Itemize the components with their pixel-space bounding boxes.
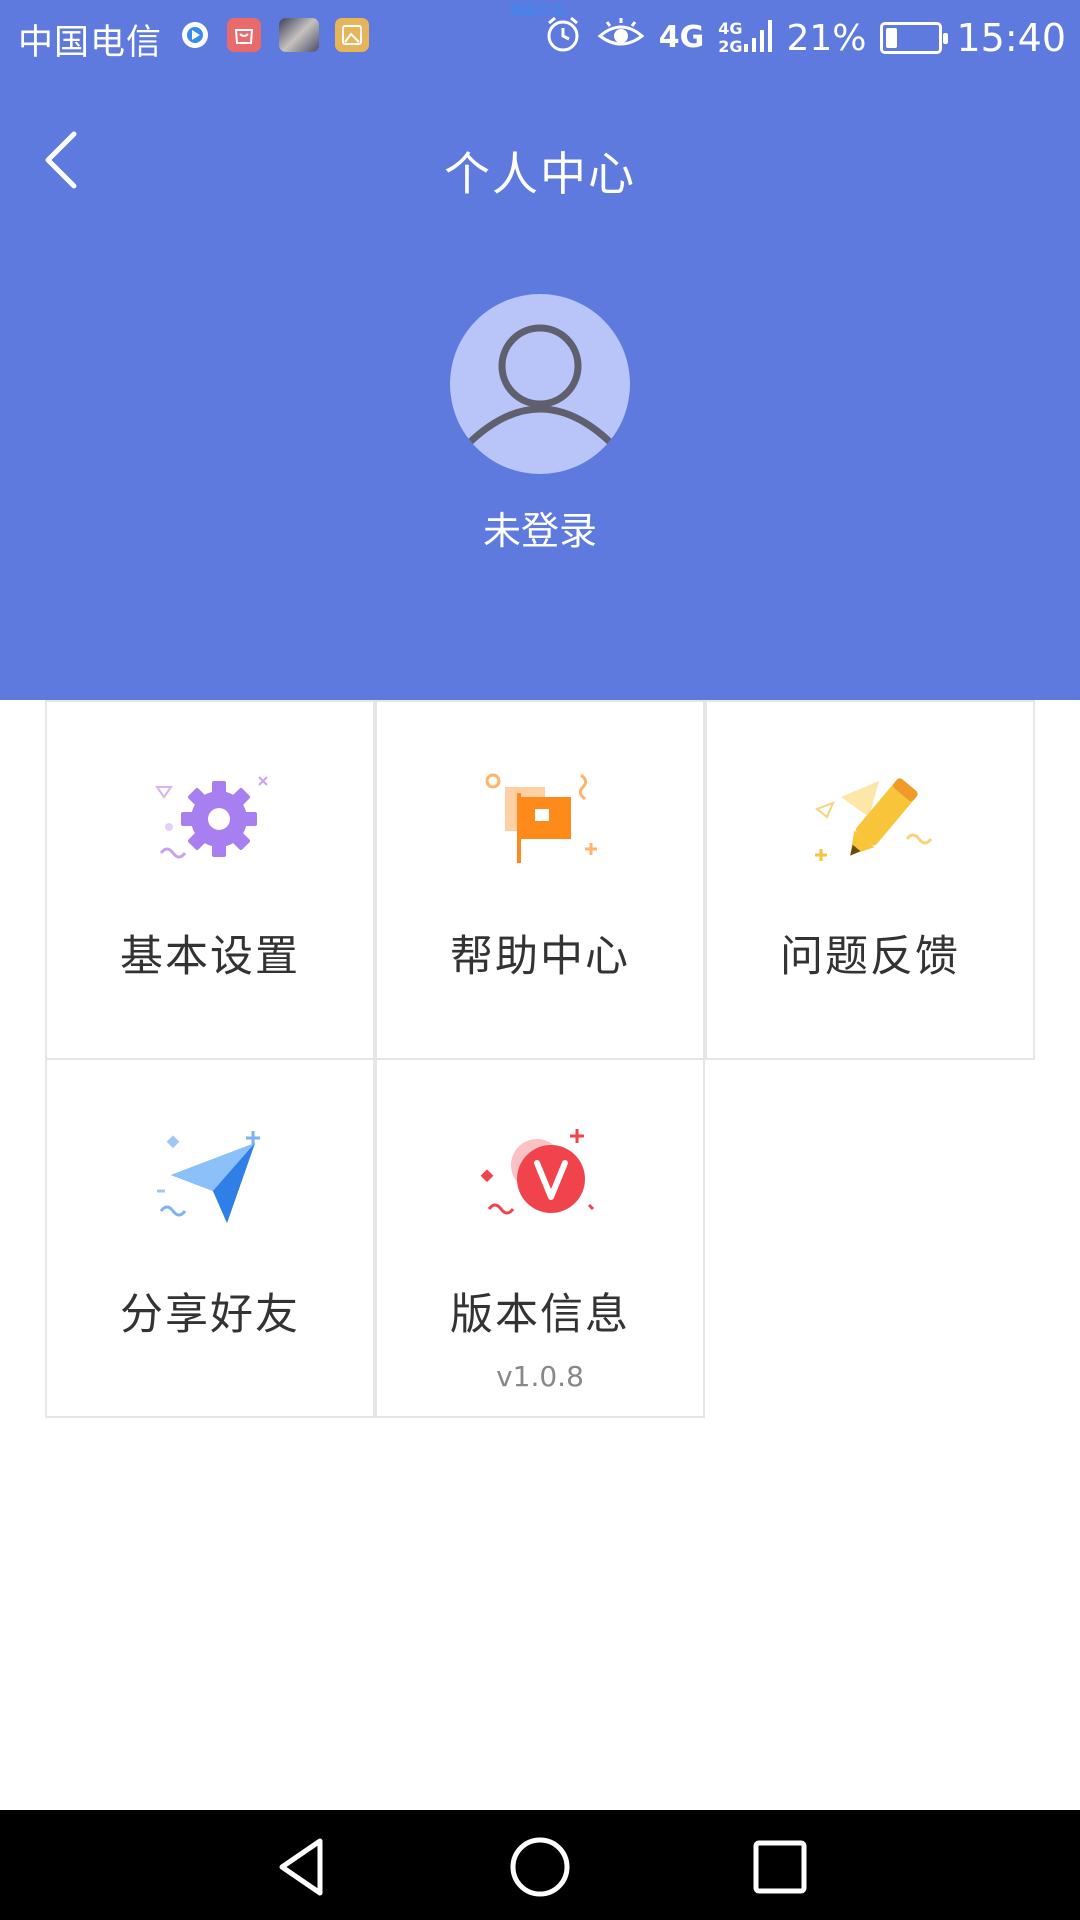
menu-item-feedback[interactable]: 问题反馈: [705, 700, 1035, 1060]
clock: 15:40: [956, 16, 1066, 60]
carrier-label: 中国电信: [18, 23, 163, 63]
menu-item-version-info[interactable]: 版本信息 v1.0.8: [375, 1058, 705, 1418]
dual-network-label: 4G 2G: [718, 20, 742, 56]
menu-item-label: 帮助中心: [450, 932, 630, 982]
square-recents-icon: [753, 1840, 807, 1894]
menu-item-help-center[interactable]: 帮助中心: [375, 700, 705, 1060]
menu-item-share-friends[interactable]: 分享好友: [45, 1058, 375, 1418]
browser-notification-icon: [178, 18, 212, 52]
alarm-icon: [543, 14, 583, 63]
photo-notification-icon: [279, 18, 319, 52]
system-nav-bar: [0, 1810, 1080, 1920]
flag-icon: [485, 773, 597, 863]
battery-percent: 21%: [786, 17, 867, 59]
shop-notification-icon: [227, 18, 261, 52]
menu-item-label: 问题反馈: [780, 932, 960, 982]
nav-home-button[interactable]: [508, 1835, 572, 1899]
gallery-notification-icon: [335, 18, 369, 52]
nav-back-button[interactable]: [272, 1835, 336, 1899]
version-number: v1.0.8: [496, 1360, 584, 1393]
avatar[interactable]: [450, 294, 630, 474]
signal-icon: [744, 14, 773, 63]
paper-plane-icon: [157, 1131, 260, 1223]
login-status[interactable]: 未登录: [0, 500, 1080, 555]
version-v-icon: [480, 1129, 595, 1215]
status-right-icons: 4G 4G 2G 21% 15:40: [529, 8, 1066, 68]
circle-home-icon: [510, 1837, 570, 1897]
network-type-label: 4G: [658, 20, 705, 55]
status-bar: 中国电信 魅星社区 4G 4G 2G 21% 15:40: [0, 0, 1080, 76]
nav-recents-button[interactable]: [748, 1835, 812, 1899]
gear-icon: [155, 776, 268, 859]
eye-comfort-icon: [597, 14, 645, 63]
menu-item-settings[interactable]: 基本设置: [45, 700, 375, 1060]
battery-icon: [880, 22, 949, 54]
user-icon: [465, 324, 615, 447]
menu-item-label: 分享好友: [120, 1290, 300, 1340]
page-title: 个人中心: [444, 147, 636, 201]
network-secondary-bottom: 2G: [718, 37, 743, 56]
menu-item-label: 基本设置: [120, 932, 300, 982]
triangle-back-icon: [279, 1838, 323, 1896]
menu-item-label: 版本信息: [450, 1290, 630, 1340]
pencil-icon: [815, 778, 933, 861]
battery-fill: [886, 28, 898, 48]
network-secondary-top: 4G: [718, 19, 743, 38]
